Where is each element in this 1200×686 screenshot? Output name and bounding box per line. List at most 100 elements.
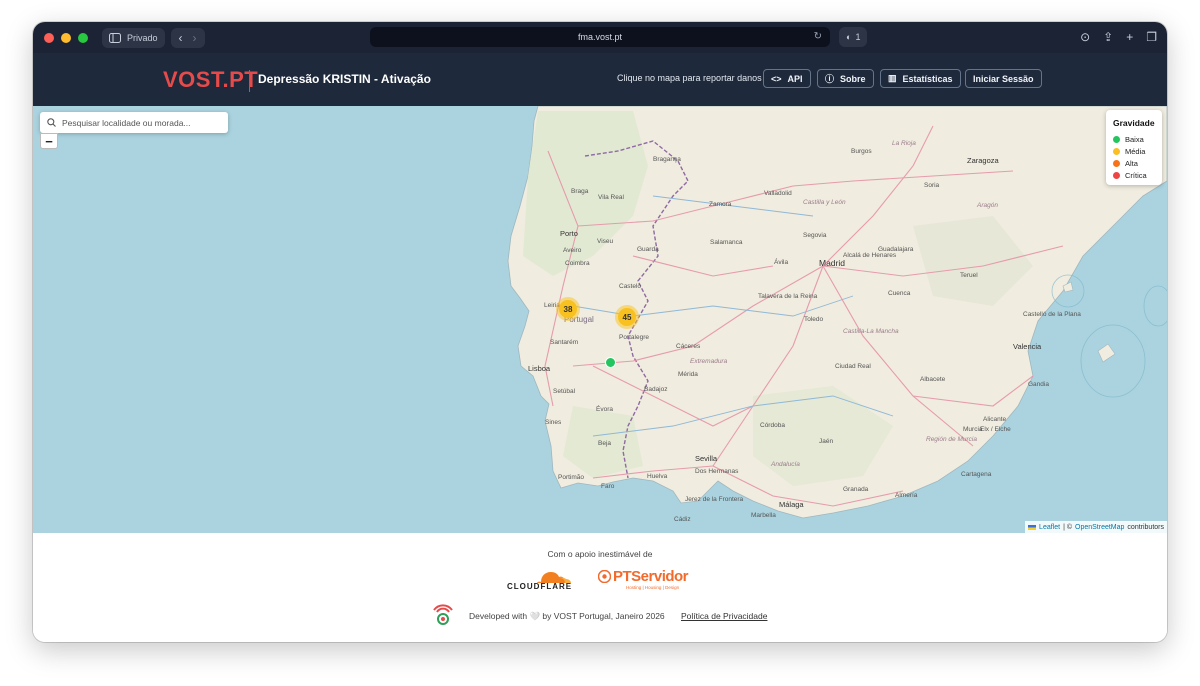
download-icon[interactable]: ⊙	[1080, 30, 1090, 44]
shield-count: 1	[855, 32, 861, 42]
cloudflare-wordmark: CLOUDFLARE	[507, 582, 573, 591]
map-label-extremadura: Extremadura	[690, 358, 728, 365]
legend-label: Média	[1125, 146, 1146, 156]
browser-toolbar: Privado ‹ › fma.vost.pt ↻ ◐ 1 ⊙ ⇪ + ❐	[33, 22, 1167, 53]
logo-text: VOST.PT	[163, 67, 259, 92]
map-label-jaen: Jaén	[819, 438, 834, 445]
ptservidor-wordmark: PTServidor	[613, 568, 689, 585]
ptservidor-emblem-icon	[598, 570, 611, 583]
map-label-segovia: Segovia	[803, 232, 827, 239]
map-search[interactable]	[40, 112, 228, 133]
map-label-teruel: Teruel	[960, 272, 978, 279]
map-label-beja: Beja	[598, 440, 612, 447]
map-label-evora: Évora	[596, 406, 613, 413]
sidebar-toggle-button[interactable]: Privado	[102, 27, 165, 48]
osm-link[interactable]: OpenStreetMap	[1075, 524, 1124, 531]
ptservidor-tagline: Hosting | Housing | Design	[626, 585, 680, 590]
legend-title: Gravidade	[1113, 118, 1155, 128]
new-tab-icon[interactable]: +	[1126, 30, 1133, 44]
map-label-coimbra: Coimbra	[565, 260, 590, 267]
map-base-layer	[507, 106, 1167, 519]
map-label-toledo: Toledo	[804, 316, 824, 323]
report-cluster[interactable]: 38	[556, 297, 580, 321]
map-label-vila-real: Vila Real	[598, 194, 624, 201]
legend-item: Baixa	[1113, 133, 1155, 145]
map-label-cuenca: Cuenca	[888, 290, 911, 297]
map-label-cadiz: Cádiz	[674, 516, 691, 523]
info-icon: ⓘ	[825, 74, 835, 84]
search-input[interactable]	[62, 117, 212, 128]
legend-label: Alta	[1125, 158, 1138, 168]
address-bar[interactable]: fma.vost.pt ↻	[370, 27, 830, 47]
map-label-braga: Braga	[571, 188, 589, 195]
map-label-gandia: Gandia	[1028, 381, 1049, 388]
toolbar-actions: ⊙ ⇪ + ❐	[1080, 27, 1157, 47]
map-label-santarem: Santarém	[550, 339, 579, 346]
map-label-talavera: Talavera de la Reina	[758, 293, 818, 300]
api-button-label: API	[787, 73, 803, 84]
api-button[interactable]: <> API	[763, 69, 811, 88]
login-button[interactable]: Iniciar Sessão	[965, 69, 1042, 88]
map-label-porto: Porto	[560, 229, 578, 238]
privacy-report-button[interactable]: ◐ 1	[839, 27, 868, 47]
vost-logo[interactable]: VOST.PT	[163, 67, 258, 93]
close-window-button[interactable]	[44, 32, 54, 43]
maximize-window-button[interactable]	[78, 32, 88, 43]
url-text: fma.vost.pt	[577, 32, 622, 42]
header-divider	[249, 70, 250, 92]
map-label-zaragoza: Zaragoza	[967, 156, 999, 165]
back-icon[interactable]: ‹	[179, 31, 183, 45]
map-label-la-rioja: La Rioja	[892, 140, 916, 147]
map-label-aragon: Aragón	[977, 202, 998, 209]
map-label-aveiro: Aveiro	[563, 247, 582, 254]
statistics-button-label: Estatísticas	[902, 73, 953, 84]
map-label-setubal: Setúbal	[553, 388, 576, 395]
report-cluster[interactable]: 45	[615, 305, 639, 329]
tabs-overview-icon[interactable]: ❐	[1146, 30, 1157, 44]
map-label-guarda: Guarda	[637, 246, 659, 253]
vost-emblem-icon	[433, 604, 453, 625]
footer: Com o apoio inestimável de CLOUDFLARE PT…	[33, 533, 1167, 642]
map-label-alicante: Alicante	[983, 416, 1007, 423]
legend-dot	[1113, 171, 1120, 179]
ukraine-flag-icon	[1028, 524, 1037, 530]
legend-dot	[1113, 135, 1120, 143]
map-label-albacete: Albacete	[920, 376, 946, 383]
map[interactable]: Portugal Lisboa Porto Madrid Sevilla Zar…	[33, 106, 1167, 533]
privacy-policy-link[interactable]: Política de Privacidade	[681, 611, 767, 621]
leaflet-link[interactable]: Leaflet	[1039, 524, 1060, 531]
developer-credit: Developed with 🤍 by VOST Portugal, Janei…	[469, 611, 665, 621]
map-label-almeria: Almería	[895, 492, 918, 499]
ptservidor-logo[interactable]: PTServidor	[598, 568, 689, 585]
map-label-castilla-leon: Castilla y León	[803, 199, 846, 206]
map-label-jerez: Jerez de la Frontera	[685, 496, 744, 503]
window-controls	[44, 32, 88, 43]
map-label-lisboa: Lisboa	[528, 364, 551, 373]
map-label-salamanca: Salamanca	[710, 239, 743, 246]
zoom-out-button[interactable]: −	[40, 133, 58, 149]
forward-icon[interactable]: ›	[193, 31, 197, 45]
map-label-soria: Soria	[924, 182, 940, 189]
legend-dot	[1113, 147, 1120, 155]
browser-window: Privado ‹ › fma.vost.pt ↻ ◐ 1 ⊙ ⇪ + ❐ VO…	[33, 22, 1167, 642]
map-label-portimao: Portimão	[558, 474, 585, 481]
map-label-region-murcia: Región de Murcia	[926, 436, 977, 443]
map-label-valladolid: Valladolid	[764, 190, 792, 197]
map-label-cartagena: Cartagena	[961, 471, 992, 478]
report-marker-baixa[interactable]	[605, 357, 616, 368]
map-label-malaga: Málaga	[779, 500, 804, 509]
statistics-button[interactable]: ▥ Estatísticas	[880, 69, 961, 88]
about-button[interactable]: ⓘ Sobre	[817, 69, 874, 88]
map-attribution: Leaflet | © OpenStreetMap contributors	[1025, 521, 1167, 533]
private-label: Privado	[127, 32, 158, 43]
code-icon: <>	[771, 73, 782, 84]
minimize-window-button[interactable]	[61, 32, 71, 43]
reload-icon[interactable]: ↻	[814, 31, 822, 42]
map-label-valencia: Valencia	[1013, 342, 1042, 351]
map-label-badajoz: Badajoz	[644, 386, 668, 393]
map-label-elche: Elx / Elche	[980, 426, 1011, 433]
legend-dot	[1113, 159, 1120, 167]
map-label-sevilla: Sevilla	[695, 454, 718, 463]
share-icon[interactable]: ⇪	[1103, 30, 1113, 44]
cluster-count: 45	[622, 312, 632, 322]
